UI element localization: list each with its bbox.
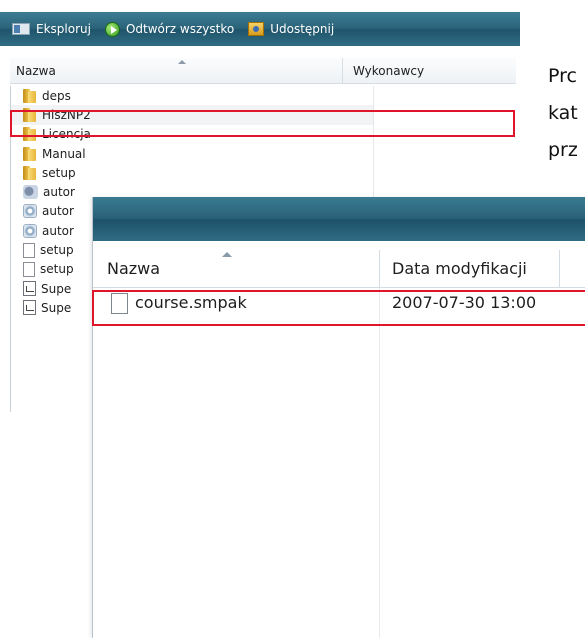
folder-icon (23, 165, 37, 180)
chart-file-icon (23, 300, 36, 316)
column-divider[interactable] (342, 58, 343, 84)
item-label: autor (43, 185, 75, 200)
autorun-icon (23, 185, 38, 200)
config-file-icon (23, 204, 37, 219)
item-label: Manual (42, 146, 86, 161)
document-icon (23, 261, 35, 277)
share-button[interactable]: Udostępnij (248, 22, 334, 36)
column-header-date-modified[interactable]: Data modyfikacji (392, 259, 527, 278)
side-text-line-3: prz (548, 139, 578, 161)
side-text-line-1: Prc (548, 65, 577, 87)
column-header-row: Nazwa Wykonawcy (10, 58, 516, 84)
column-header-name[interactable]: Nazwa (107, 259, 160, 278)
folder-icon (23, 88, 37, 103)
item-label: Supe (41, 281, 72, 296)
column-gridline (379, 288, 380, 638)
config-file-icon (23, 223, 37, 238)
highlight-box-hisznp2 (10, 110, 515, 137)
item-label: deps (42, 88, 71, 103)
explore-button[interactable]: Eksploruj (12, 22, 91, 36)
item-label: Supe (41, 300, 72, 315)
list-item-manual[interactable]: Manual (11, 144, 373, 163)
column-header-name[interactable]: Nazwa (16, 64, 56, 78)
column-divider[interactable] (559, 250, 560, 288)
play-icon (104, 21, 120, 37)
list-item-setup-folder[interactable]: setup (11, 163, 373, 182)
chart-file-icon (23, 281, 36, 297)
play-all-button[interactable]: Odtwórz wszystko (104, 21, 235, 37)
item-label: autor (42, 223, 74, 238)
command-bar: Eksploruj Odtwórz wszystko Udostępnij (0, 12, 520, 46)
item-label: autor (42, 204, 74, 219)
side-text-line-2: kat (548, 102, 578, 124)
item-label: setup (40, 262, 74, 277)
column-divider[interactable] (379, 250, 380, 288)
folder-icon (23, 146, 37, 161)
item-label: setup (40, 243, 74, 258)
share-icon (248, 22, 265, 36)
command-bar (93, 197, 585, 241)
document-icon (23, 242, 35, 258)
share-label: Udostępnij (270, 22, 335, 36)
explore-label: Eksploruj (36, 22, 91, 36)
column-header-row: Nazwa Data modyfikacji (93, 250, 585, 288)
explore-icon (12, 23, 30, 35)
column-header-artists[interactable]: Wykonawcy (353, 64, 424, 78)
sort-ascending-icon (178, 60, 186, 64)
item-label: setup (42, 165, 76, 180)
list-item-deps[interactable]: deps (11, 86, 373, 105)
explorer-window-foreground: Nazwa Data modyfikacji course.smpak 2007… (92, 197, 585, 638)
sort-ascending-icon (222, 252, 232, 257)
highlight-box-course-smpak (92, 290, 585, 326)
play-all-label: Odtwórz wszystko (125, 22, 235, 36)
